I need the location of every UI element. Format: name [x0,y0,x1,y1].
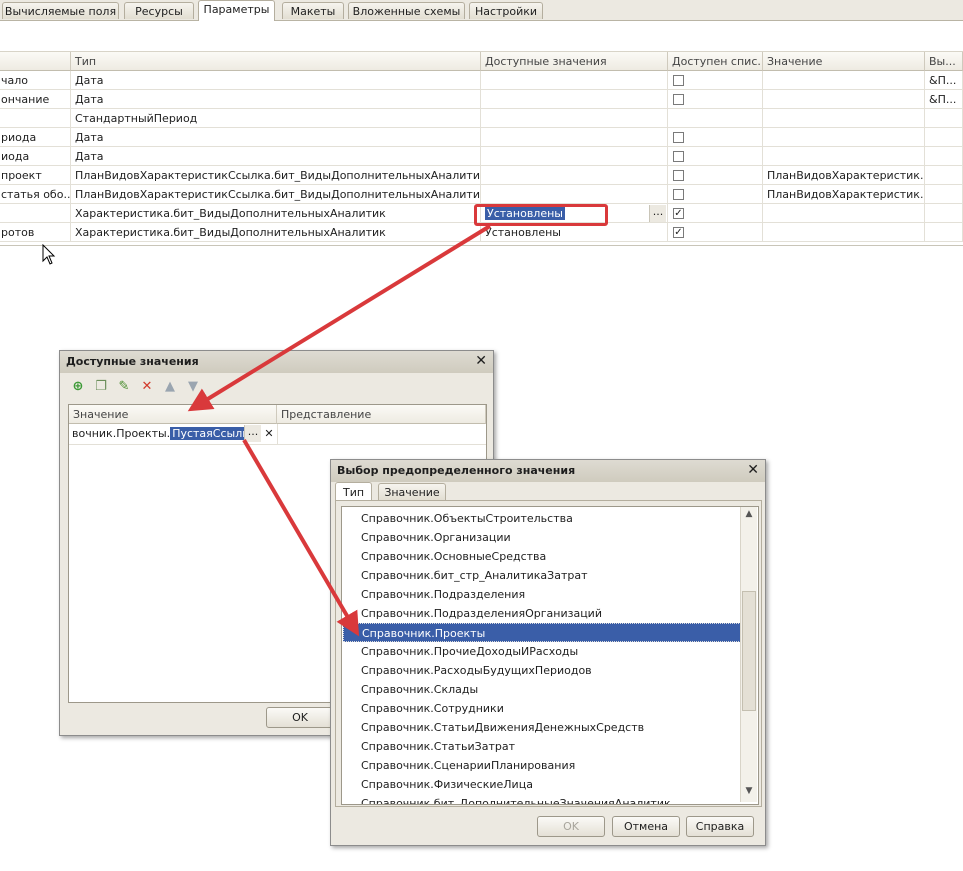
annotation-arrows [187,224,492,637]
arrow-to-list [242,438,360,637]
arrow-to-dialog [187,224,492,412]
